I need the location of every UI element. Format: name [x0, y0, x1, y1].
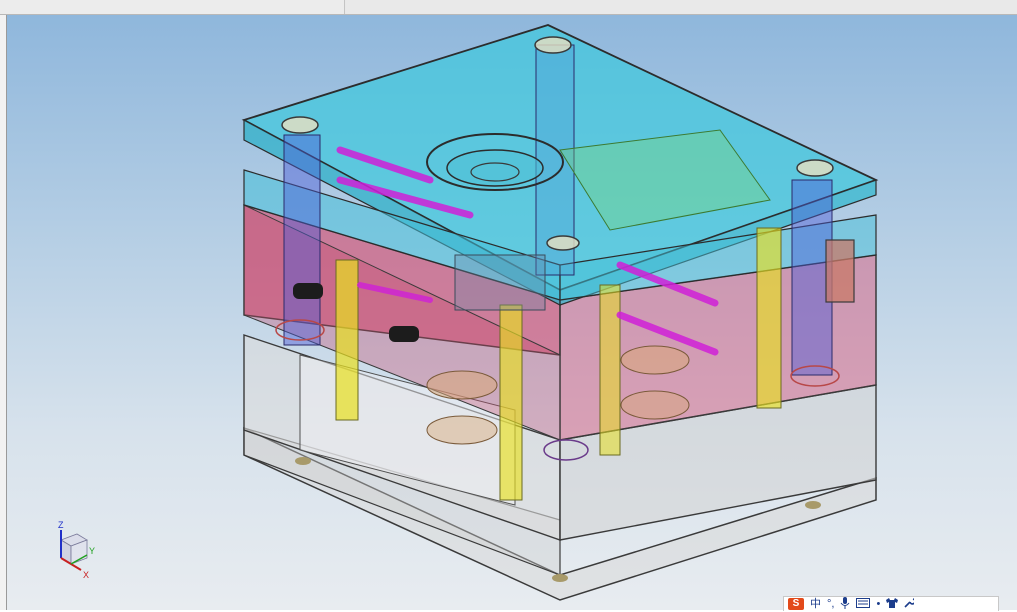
- bushing-top: [546, 235, 580, 251]
- guide-pin: [335, 259, 359, 421]
- foot-pad: [295, 457, 311, 465]
- cylinder: [426, 415, 498, 445]
- wrench-icon[interactable]: [904, 597, 917, 611]
- bushing-top: [534, 36, 572, 54]
- axis-y-label: Y: [89, 546, 95, 556]
- sogou-logo-icon[interactable]: S: [788, 598, 804, 610]
- mic-icon[interactable]: [840, 596, 850, 612]
- ime-punctuation-toggle[interactable]: °,: [827, 598, 834, 610]
- hydraulic-connector: [389, 326, 419, 342]
- ime-language-toggle[interactable]: 中: [810, 598, 821, 610]
- keyboard-icon[interactable]: [856, 597, 871, 611]
- axis-x-label: X: [83, 570, 89, 580]
- graphics-viewport[interactable]: Z Y X: [7, 15, 1017, 610]
- shirt-icon[interactable]: [886, 597, 899, 611]
- guide-pin: [599, 284, 621, 456]
- ime-dot: •: [876, 598, 881, 610]
- guide-pin: [756, 227, 782, 409]
- viewport-left-border: [0, 15, 7, 610]
- window-toolbar-strip: [0, 0, 1017, 15]
- axis-z-label: Z: [58, 520, 64, 530]
- cylinder: [426, 370, 498, 400]
- bushing-top: [796, 159, 834, 177]
- cylinder: [620, 390, 690, 420]
- guide-pin: [499, 304, 523, 501]
- ime-toolbar[interactable]: S 中 °, •: [783, 596, 999, 611]
- hydraulic-connector: [293, 283, 323, 299]
- axis-triad: Z Y X: [58, 520, 95, 580]
- cylinder: [620, 345, 690, 375]
- core-block: [454, 254, 546, 311]
- bushing-top: [281, 116, 319, 134]
- side-terminal-block: [825, 239, 855, 303]
- toolbar-segment: [346, 0, 1017, 14]
- toolbar-segment: [0, 0, 345, 14]
- mold-assembly-model[interactable]: [7, 15, 1017, 610]
- foot-pad: [552, 574, 568, 582]
- leader-bushing: [283, 134, 321, 346]
- foot-pad: [805, 501, 821, 509]
